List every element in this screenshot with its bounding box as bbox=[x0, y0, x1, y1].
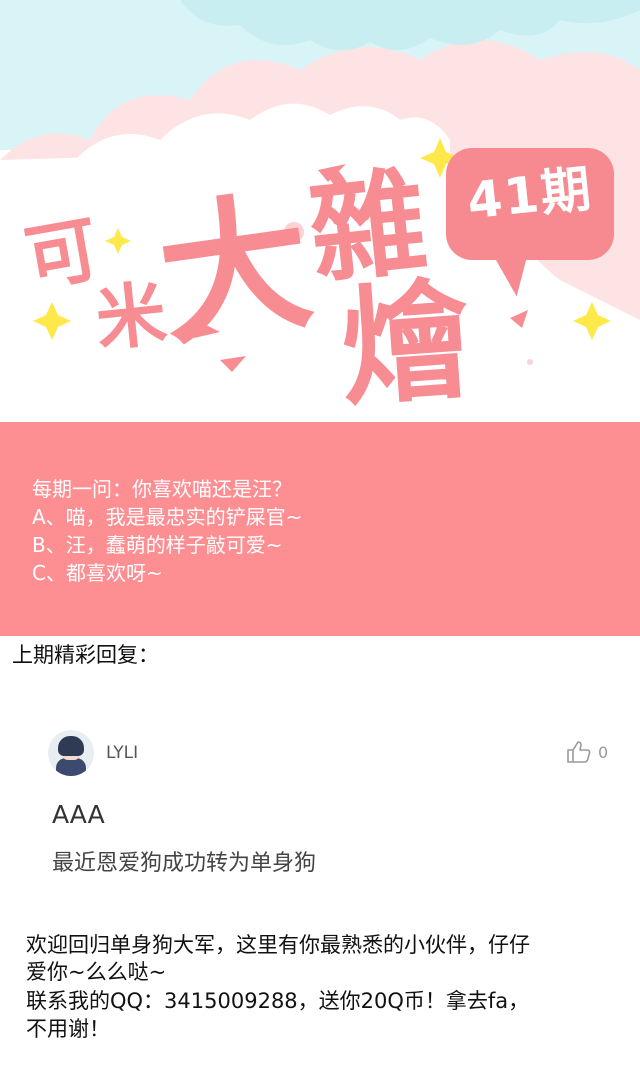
option-c: C、都喜欢呀~ bbox=[32, 561, 163, 585]
avatar[interactable] bbox=[48, 730, 94, 776]
title-char-1: 可 bbox=[19, 206, 105, 302]
reply-text-main: AAA bbox=[52, 800, 105, 829]
footer-line-3: 联系我的QQ：3415009288，送你20Q币！拿去fa， bbox=[26, 989, 530, 1013]
title-char-5: 燴 bbox=[336, 266, 476, 422]
option-b: B、汪，蠢萌的样子敲可爱~ bbox=[32, 533, 283, 557]
title-char-3: 大 bbox=[148, 174, 322, 368]
footer-line-4: 不用谢！ bbox=[26, 1017, 110, 1041]
footer-line-1: 欢迎回归单身狗大军，这里有你最熟悉的小伙伴，仔仔 bbox=[26, 933, 530, 957]
weekly-question: 每期一问：你喜欢喵还是汪？ A、喵，我是最忠实的铲屎官~ B、汪，蠢萌的样子敲可… bbox=[0, 422, 640, 636]
option-a: A、喵，我是最忠实的铲屎官~ bbox=[32, 505, 303, 529]
like-count: 0 bbox=[598, 743, 609, 762]
issue-badge: 41期 bbox=[464, 159, 596, 231]
thumbs-up-icon[interactable] bbox=[566, 740, 592, 764]
footer-line-2: 爱你~么么哒~ bbox=[26, 960, 167, 984]
title-char-2: 米 bbox=[91, 272, 171, 362]
question-title: 每期一问：你喜欢喵还是汪？ bbox=[32, 477, 292, 501]
banner: 可 米 大 雜 燴 41期 bbox=[0, 0, 640, 422]
last-reply-title: 上期精彩回复： bbox=[12, 643, 159, 667]
username[interactable]: LYLI bbox=[106, 743, 138, 763]
reply-text-sub: 最近恩爱狗成功转为单身狗 bbox=[52, 851, 317, 876]
